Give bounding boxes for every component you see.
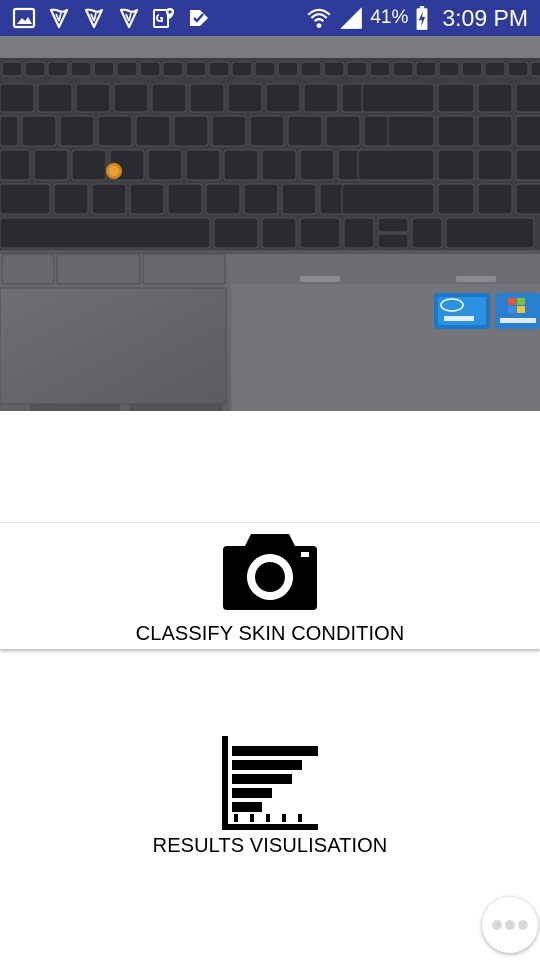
maps-icon — [152, 6, 176, 30]
gallery-icon — [12, 6, 36, 30]
classify-label: CLASSIFY SKIN CONDITION — [135, 623, 405, 645]
harp-icon — [117, 6, 141, 30]
results-label: RESULTS VISULISATION — [152, 835, 388, 857]
results-visualisation-button[interactable]: RESULTS VISULISATION — [0, 730, 540, 862]
more-dots-icon — [518, 920, 528, 930]
laptop-keyboard-photo — [0, 36, 540, 411]
harp-icon — [47, 6, 71, 30]
battery-percent: 41% — [370, 7, 409, 28]
harp-icon — [82, 6, 106, 30]
more-dots-icon — [505, 920, 515, 930]
status-bar: 41% 3:09 PM — [0, 0, 540, 36]
camera-icon — [221, 532, 319, 612]
notification-icons — [12, 5, 211, 31]
clock: 3:09 PM — [442, 5, 528, 31]
more-dots-icon — [492, 920, 502, 930]
wifi-icon — [306, 5, 332, 31]
bar-chart-icon — [222, 734, 320, 832]
system-status: 41% 3:09 PM — [306, 3, 528, 33]
cell-signal-icon — [338, 5, 364, 31]
battery-charging-icon — [414, 5, 430, 31]
check-icon — [187, 6, 211, 30]
classify-skin-condition-button[interactable]: CLASSIFY SKIN CONDITION — [0, 522, 540, 649]
more-options-button[interactable] — [482, 897, 538, 953]
